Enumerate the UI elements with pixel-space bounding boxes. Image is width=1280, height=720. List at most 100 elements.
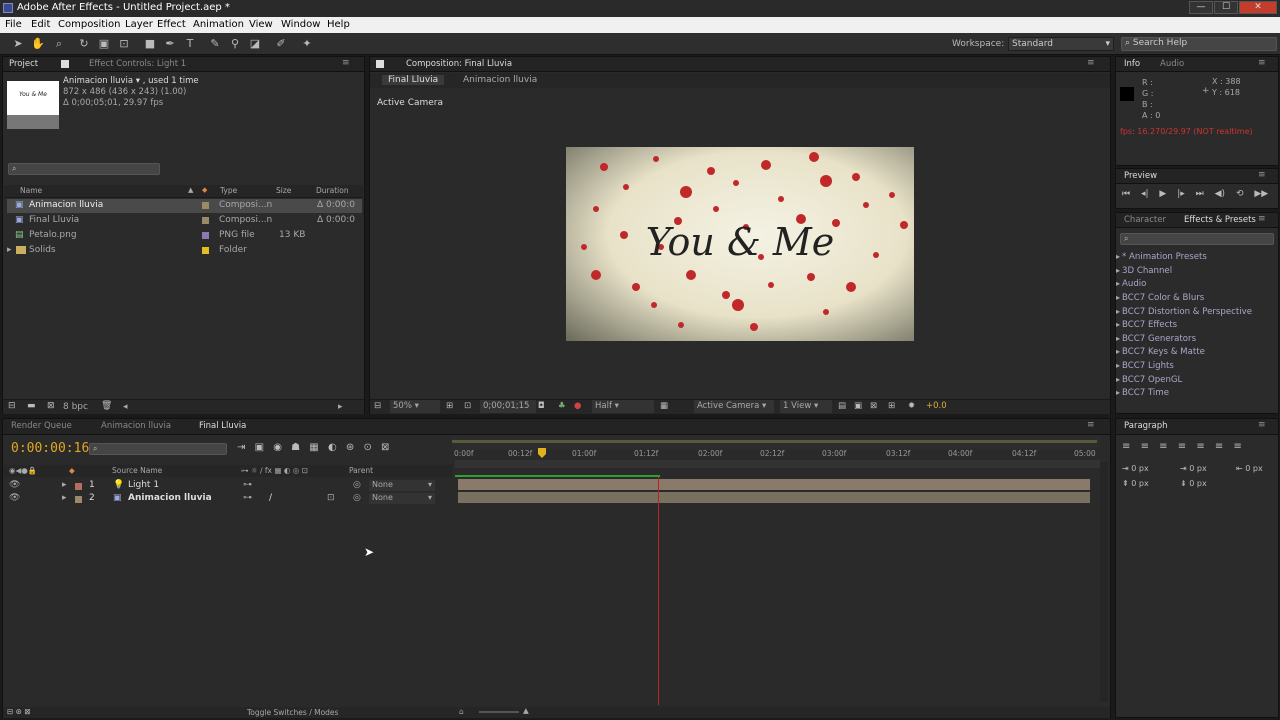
- tab-preview[interactable]: Preview: [1124, 171, 1157, 181]
- tab-final-lluvia[interactable]: Final Lluvia: [199, 421, 246, 431]
- layer-label-swatch[interactable]: [75, 496, 82, 503]
- label-swatch[interactable]: [202, 232, 209, 239]
- layer-row-light-1[interactable]: 👁 ▸ 1 💡 Light 1 ⊶ ◎ None ▾: [7, 480, 452, 493]
- col-source-name[interactable]: Source Name: [112, 466, 162, 475]
- puppet-tool-icon[interactable]: ✦: [300, 37, 314, 51]
- flowchart-icon[interactable]: ⊞: [888, 401, 895, 411]
- label-swatch[interactable]: [202, 247, 209, 254]
- tab-composition[interactable]: Composition: Final Lluvia: [406, 59, 512, 69]
- exposure-icon[interactable]: ✹: [908, 401, 915, 411]
- ram-preview-icon[interactable]: ▶▶: [1254, 189, 1268, 199]
- toggle-pixel-aspect-icon[interactable]: ▤: [838, 401, 846, 411]
- tab-audio[interactable]: Audio: [1160, 59, 1184, 69]
- timeline-icon[interactable]: ⊠: [870, 401, 877, 411]
- tab-character[interactable]: Character: [1124, 215, 1166, 225]
- graph-editor-icon[interactable]: ⊙: [363, 442, 371, 453]
- effects-search-input[interactable]: ⌕: [1120, 233, 1274, 245]
- layer-bar-light-1[interactable]: [458, 479, 1090, 490]
- menu-window[interactable]: Window: [281, 19, 320, 30]
- selection-tool-icon[interactable]: ➤: [11, 37, 25, 51]
- menu-layer[interactable]: Layer: [125, 19, 153, 30]
- col-size[interactable]: Size: [276, 186, 291, 195]
- zoom-tool-icon[interactable]: ⌕: [52, 37, 66, 51]
- view-layout-select[interactable]: 1 View ▾: [780, 400, 832, 413]
- layer-name[interactable]: Animacion lluvia: [128, 493, 212, 503]
- timeline-scrollbar[interactable]: [1100, 462, 1108, 702]
- effect-category-bcc7-color-blurs[interactable]: BCC7 Color & Blurs: [1116, 293, 1204, 303]
- tab-render-queue[interactable]: Render Queue: [11, 421, 72, 431]
- comp-mini-flowchart-icon[interactable]: ⇥: [237, 442, 245, 453]
- shy-switch-icon[interactable]: ⊶: [243, 493, 252, 503]
- label-icon[interactable]: ◆: [202, 186, 207, 194]
- new-comp-icon[interactable]: ⊠: [47, 401, 55, 411]
- close-button[interactable]: ✕: [1239, 1, 1277, 14]
- brush-tool-icon[interactable]: ✎: [208, 37, 222, 51]
- search-help-input[interactable]: ⌕ Search Help: [1121, 37, 1277, 51]
- scroll-left-icon[interactable]: ◂: [123, 402, 128, 412]
- layer-row-animacion-lluvia[interactable]: 👁 ▸ 2 ▣ Animacion lluvia ⊶ ∕ ⊡ ◎ None ▾: [7, 493, 452, 506]
- project-item-solids-folder[interactable]: ▸ Solids Folder: [7, 244, 362, 258]
- parent-select[interactable]: None ▾: [369, 480, 435, 491]
- scroll-right-icon[interactable]: ▸: [338, 402, 343, 412]
- shy-switch-icon[interactable]: ⊶: [243, 480, 252, 490]
- menu-composition[interactable]: Composition: [58, 19, 120, 30]
- indent-first[interactable]: ⇥ 0 px: [1180, 464, 1207, 473]
- zoom-slider[interactable]: [479, 711, 519, 713]
- expand-arrow-icon[interactable]: ▸: [62, 480, 67, 490]
- new-folder-icon[interactable]: ▬: [27, 401, 36, 411]
- always-preview-icon[interactable]: ⊟: [374, 401, 381, 411]
- space-after[interactable]: ⇟ 0 px: [1180, 479, 1207, 488]
- effect-category-animation-presets[interactable]: * Animation Presets: [1116, 252, 1207, 262]
- fast-previews-icon[interactable]: ▣: [854, 401, 862, 411]
- col-parent[interactable]: Parent: [349, 466, 373, 475]
- channel-icon[interactable]: ●: [574, 401, 581, 411]
- interpret-footage-icon[interactable]: ⊟: [8, 401, 16, 411]
- tab-animacion-lluvia[interactable]: Animacion lluvia: [101, 421, 171, 431]
- play-icon[interactable]: ▶: [1159, 189, 1166, 199]
- effect-category-bcc7-keys-matte[interactable]: BCC7 Keys & Matte: [1116, 347, 1205, 357]
- tab-project[interactable]: Project: [9, 59, 38, 69]
- tab-info[interactable]: Info: [1124, 59, 1140, 69]
- effect-category-bcc7-effects[interactable]: BCC7 Effects: [1116, 320, 1177, 330]
- space-before[interactable]: ⇞ 0 px: [1122, 479, 1149, 488]
- justify-all-icon[interactable]: ≡: [1233, 441, 1241, 452]
- zoom-in-icon[interactable]: ▲: [523, 706, 529, 715]
- toggle-switches-modes[interactable]: Toggle Switches / Modes: [247, 708, 338, 717]
- justify-left-icon[interactable]: ≡: [1178, 441, 1186, 452]
- first-frame-icon[interactable]: ⏮: [1122, 189, 1130, 199]
- col-duration[interactable]: Duration: [316, 186, 349, 195]
- rectangle-tool-icon[interactable]: ■: [143, 37, 157, 51]
- panel-menu-icon[interactable]: ≡: [1087, 58, 1095, 68]
- project-item-animacion-lluvia[interactable]: ▣ Animacion lluvia Composi...n Δ 0:00:0: [7, 199, 362, 213]
- panel-menu-icon[interactable]: ≡: [1258, 170, 1266, 180]
- pan-behind-tool-icon[interactable]: ⊡: [117, 37, 131, 51]
- eraser-tool-icon[interactable]: ◪: [248, 37, 262, 51]
- magnification-select[interactable]: 50% ▾: [390, 400, 440, 413]
- expand-arrow-icon[interactable]: ▸: [7, 245, 12, 255]
- effect-category-bcc7-generators[interactable]: BCC7 Generators: [1116, 334, 1196, 344]
- audio-icon[interactable]: ◀): [1215, 189, 1225, 199]
- brainstorm-icon[interactable]: ⊛: [346, 442, 354, 453]
- minimize-button[interactable]: —: [1189, 1, 1213, 14]
- panel-menu-icon[interactable]: ≡: [342, 58, 350, 68]
- bpc-label[interactable]: 8 bpc: [63, 402, 88, 412]
- video-eye-icon[interactable]: 👁: [9, 480, 20, 490]
- menu-view[interactable]: View: [249, 19, 273, 30]
- effect-category-bcc7-distortion[interactable]: BCC7 Distortion & Perspective: [1116, 307, 1252, 317]
- show-snapshot-icon[interactable]: ♣: [558, 401, 566, 411]
- zoom-out-icon[interactable]: ⌂: [459, 707, 464, 716]
- quality-switch-icon[interactable]: ∕: [269, 493, 272, 503]
- roto-brush-tool-icon[interactable]: ✐: [274, 37, 288, 51]
- clone-stamp-tool-icon[interactable]: ⚲: [228, 37, 242, 51]
- effect-category-bcc7-opengl[interactable]: BCC7 OpenGL: [1116, 375, 1182, 385]
- work-area-range[interactable]: [452, 440, 1097, 443]
- hide-shy-icon[interactable]: ☗: [291, 442, 300, 453]
- comp-viewer-canvas[interactable]: You & Me: [566, 147, 914, 341]
- tab-effect-controls[interactable]: Effect Controls: Light 1: [89, 59, 186, 69]
- panel-menu-icon[interactable]: ≡: [1258, 214, 1266, 224]
- menu-file[interactable]: File: [5, 19, 22, 30]
- type-tool-icon[interactable]: T: [183, 37, 197, 51]
- menu-edit[interactable]: Edit: [31, 19, 50, 30]
- playhead-line[interactable]: [658, 477, 659, 705]
- effect-category-bcc7-time[interactable]: BCC7 Time: [1116, 388, 1169, 398]
